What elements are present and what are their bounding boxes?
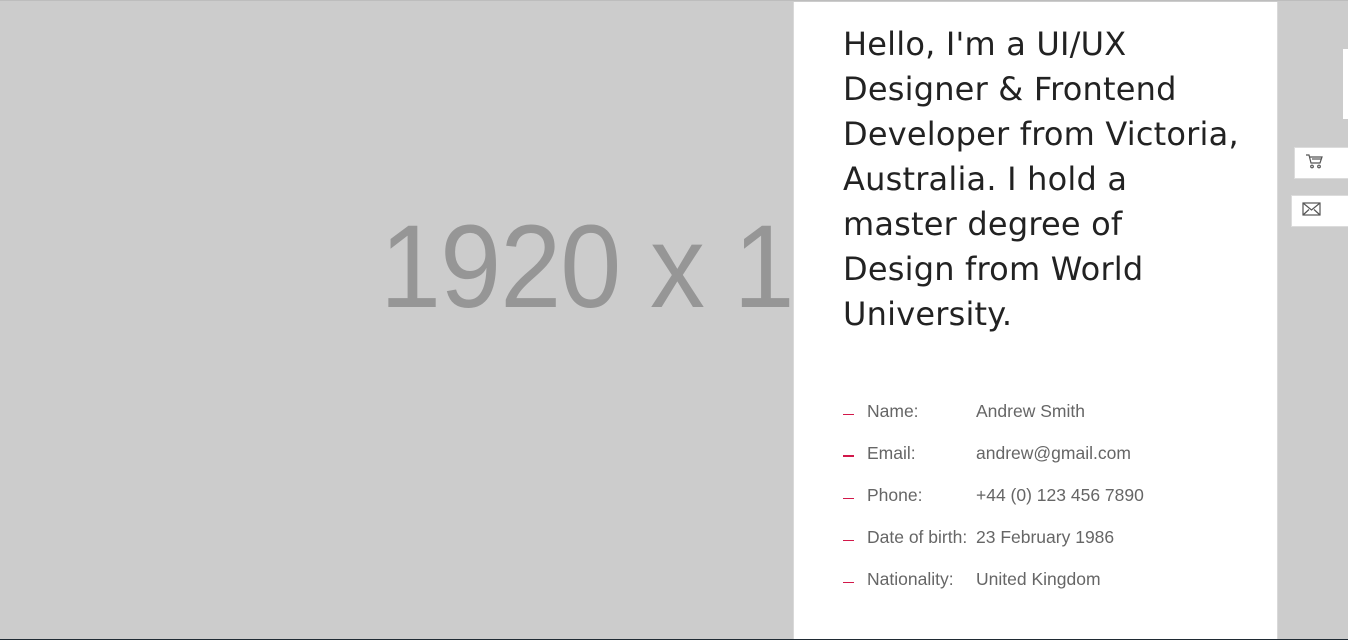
info-label: Nationality: [867,568,954,589]
intro-heading: Hello, I'm a UI/UX Designer & Frontend D… [843,25,1239,333]
info-item-phone: Phone: +44 (0) 123 456 7890 [843,474,1144,516]
page: 1920 x 11 Hello, I'm a UI/UX Designer & … [0,0,1348,640]
dash-bullet [843,497,854,499]
dash-bullet [843,455,854,457]
mail-button[interactable] [1291,195,1348,227]
info-label: Name: [867,400,919,421]
info-item-email: Email: andrew@gmail.com [843,432,1144,474]
dash-bullet [843,413,854,415]
info-value: United Kingdom [976,568,1101,589]
cart-button[interactable] [1294,147,1348,179]
info-item-name: Name: Andrew Smith [843,390,1144,432]
placeholder-size-text: 1920 x 11 [380,201,846,333]
personal-info-list: Name: Andrew Smith Email: andrew@gmail.c… [843,390,1144,600]
info-value: Andrew Smith [976,400,1085,421]
cart-icon [1305,153,1323,174]
info-label: Date of birth: [867,526,968,547]
mail-icon [1302,201,1321,221]
info-value: 23 February 1986 [976,526,1115,547]
dash-bullet [843,581,854,583]
info-label: Phone: [867,484,923,505]
about-card: Hello, I'm a UI/UX Designer & Frontend D… [793,2,1278,640]
info-value: andrew@gmail.com [976,442,1131,463]
info-item-nationality: Nationality: United Kingdom [843,558,1144,600]
scrollbar-thumb[interactable] [1343,49,1348,119]
info-label: Email: [867,442,916,463]
info-value: +44 (0) 123 456 7890 [976,484,1144,505]
info-item-birthdate: Date of birth: 23 February 1986 [843,516,1144,558]
dash-bullet [843,539,854,541]
